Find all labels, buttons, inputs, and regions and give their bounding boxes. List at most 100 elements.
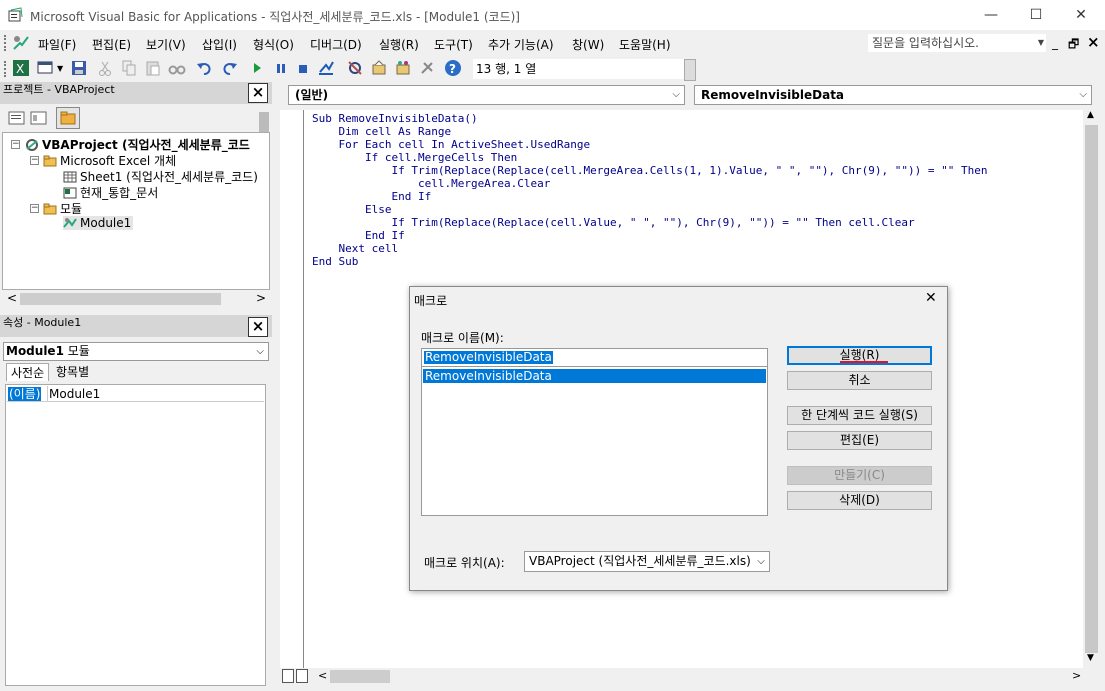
tree-item-excel-objects[interactable]: Microsoft Excel 개체 [43,152,176,169]
project-panel-close-button[interactable]: × [248,83,268,103]
view-code-icon[interactable] [8,110,26,126]
code-line[interactable]: End Sub [312,255,358,268]
ask-question-input[interactable]: 질문을 입력하십시오. ▼ [868,34,1046,52]
scroll-left-arrow[interactable]: < [318,669,327,682]
menu-window[interactable]: 창(W) [572,36,604,53]
excel-view-icon[interactable]: X [12,59,32,79]
find-icon[interactable] [168,59,188,79]
menu-file[interactable]: 파일(F) [38,36,76,53]
close-window-button[interactable]: ✕ [1058,0,1104,30]
menu-run[interactable]: 실행(R) [379,36,419,53]
properties-object-select[interactable]: Module1 모듈 ⌵ [3,342,269,361]
menu-view[interactable]: 보기(V) [146,36,186,53]
collapse-modules-toggle[interactable]: − [30,204,39,213]
toolbar-grip[interactable] [4,61,7,77]
child-minimize-button[interactable]: _ [1052,36,1058,50]
chevron-down-icon[interactable]: ⌵ [1079,86,1087,104]
insert-dropdown-icon[interactable]: ▼ [57,64,63,73]
macro-list[interactable]: RemoveInvisibleData [421,366,768,516]
procedure-select[interactable]: RemoveInvisibleData ⌵ [694,85,1092,105]
step-into-button[interactable]: 한 단계씩 코드 실행(S) [787,406,932,425]
full-module-view-icon[interactable] [296,669,308,683]
help-icon[interactable]: ? [444,59,464,79]
cut-icon[interactable] [96,59,116,79]
scroll-left-arrow[interactable]: < [7,291,17,305]
code-line[interactable]: Next cell [312,242,398,255]
code-line[interactable]: End If [312,190,431,203]
properties-window-icon[interactable] [370,59,390,79]
macro-location-select[interactable]: VBAProject (직업사전_세세분류_코드.xls) ⌵ [524,551,770,572]
design-mode-icon[interactable] [317,59,337,79]
code-hscroll-thumb[interactable] [330,670,390,683]
tab-categorized[interactable]: 항목별 [52,363,93,381]
macro-name-field[interactable]: RemoveInvisibleData [421,348,768,367]
menu-help[interactable]: 도움말(H) [619,36,671,53]
menubar-grip[interactable] [4,35,7,51]
list-item[interactable]: RemoveInvisibleData [423,369,766,383]
project-tree[interactable]: − VBAProject (직업사전_세세분류_코드 − Microsoft E… [2,132,270,290]
undo-icon[interactable] [196,59,216,79]
collapse-excel-objects-toggle[interactable]: − [30,156,39,165]
tab-alphabetic[interactable]: 사전순 [6,363,50,381]
tree-item-project[interactable]: VBAProject (직업사전_세세분류_코드 [25,136,250,153]
reset-icon[interactable] [294,59,314,79]
scroll-right-arrow[interactable]: > [256,291,266,305]
tree-item-modules-folder[interactable]: 모듈 [43,200,82,217]
code-line[interactable]: If Trim(Replace(Replace(cell.MergeArea.C… [312,164,987,177]
create-button[interactable]: 만들기(C) [787,466,932,485]
menu-tools[interactable]: 도구(T) [434,36,473,53]
collapse-project-toggle[interactable]: − [11,140,20,149]
scroll-down-arrow[interactable]: ▼ [1087,653,1094,663]
view-object-icon[interactable] [30,110,48,126]
paste-icon[interactable] [144,59,164,79]
insert-userform-icon[interactable] [36,59,56,79]
chevron-down-icon[interactable]: ⌵ [256,343,264,360]
menu-insert[interactable]: 삽입(I) [202,36,237,53]
child-restore-button[interactable]: 🗗 [1068,35,1079,56]
object-select[interactable]: (일반) ⌵ [288,85,685,105]
project-tree-hscroll-thumb[interactable] [20,293,221,305]
code-vscroll-thumb[interactable] [1085,125,1098,653]
chevron-down-icon[interactable]: ⌵ [753,552,769,571]
code-line[interactable]: If Trim(Replace(Replace(cell.Value, " ",… [312,216,914,229]
edit-button[interactable]: 편집(E) [787,431,932,450]
scroll-right-arrow[interactable]: > [1072,669,1081,682]
project-tree-hscrollbar[interactable]: < > [3,291,269,307]
project-explorer-icon[interactable] [346,59,366,79]
object-browser-icon[interactable] [394,59,414,79]
save-icon[interactable] [70,59,90,79]
menu-debug[interactable]: 디버그(D) [310,36,362,53]
copy-icon[interactable] [120,59,140,79]
property-value[interactable]: Module1 [49,387,100,401]
project-toolbar-handle[interactable] [259,112,269,132]
code-line[interactable]: Else [312,203,392,216]
toolbar-options-handle[interactable] [684,59,696,81]
child-close-button[interactable]: × [1087,33,1100,51]
chevron-down-icon[interactable]: ▼ [1038,34,1044,52]
vba-menu-icon[interactable] [12,34,30,52]
tree-item-sheet1[interactable]: Sheet1 (직업사전_세세분류_코드) [63,168,258,185]
dialog-close-button[interactable]: ✕ [925,290,937,306]
break-icon[interactable] [272,59,292,79]
delete-button[interactable]: 삭제(D) [787,491,932,510]
menu-edit[interactable]: 편집(E) [92,36,131,53]
redo-icon[interactable] [220,59,240,79]
run-icon[interactable] [248,59,268,79]
menu-format[interactable]: 형식(O) [253,36,294,53]
menu-addins[interactable]: 추가 기능(A) [488,36,554,53]
scroll-up-arrow[interactable]: ▲ [1087,110,1094,120]
code-line[interactable]: If cell.MergeCells Then [312,151,517,164]
tree-item-module1[interactable]: Module1 [63,216,134,230]
code-margin-indicator-bar[interactable] [280,110,304,668]
cancel-button[interactable]: 취소 [787,371,932,390]
code-line[interactable]: Dim cell As Range [312,125,451,138]
property-row[interactable]: (이름) Module1 [7,386,264,402]
code-line[interactable]: Sub RemoveInvisibleData() [312,112,478,125]
toggle-folders-button[interactable] [56,107,80,129]
code-hscrollbar[interactable]: < > [280,668,1100,685]
code-line[interactable]: For Each cell In ActiveSheet.UsedRange [312,138,590,151]
procedure-view-icon[interactable] [282,669,294,683]
chevron-down-icon[interactable]: ⌵ [672,86,680,104]
tree-item-workbook[interactable]: 현재_통합_문서 [63,184,158,201]
code-line[interactable]: End If [312,229,405,242]
